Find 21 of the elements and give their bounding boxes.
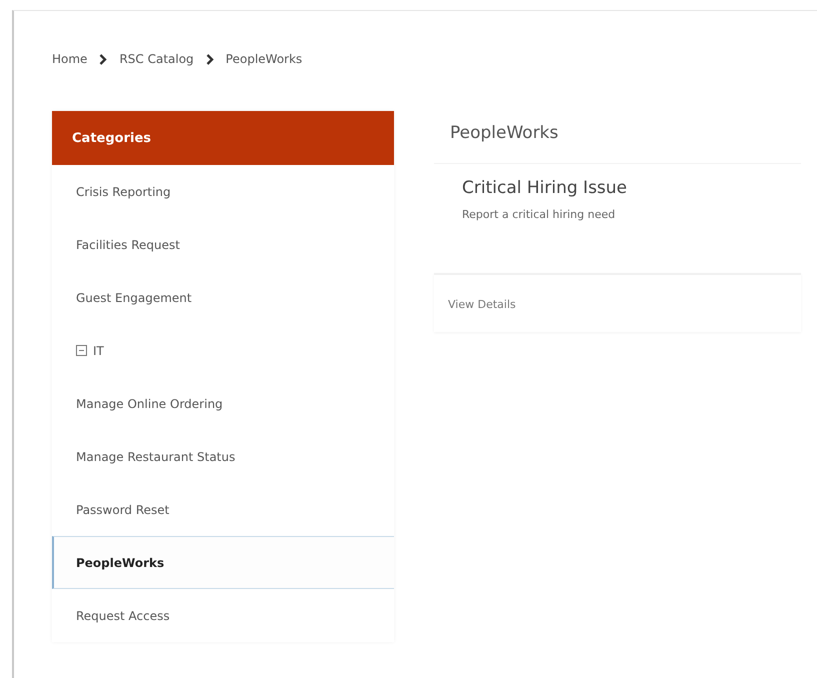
- card-description: Report a critical hiring need: [462, 208, 616, 221]
- chevron-right-icon: [206, 54, 214, 64]
- category-item[interactable]: Request Access: [52, 589, 394, 642]
- category-item[interactable]: Manage Restaurant Status: [52, 430, 394, 483]
- category-item[interactable]: Guest Engagement: [52, 271, 394, 324]
- collapse-icon[interactable]: [76, 345, 87, 356]
- breadcrumb-link[interactable]: RSC Catalog: [119, 52, 194, 66]
- section-title: PeopleWorks: [434, 111, 801, 164]
- category-header: Categories: [52, 111, 394, 165]
- category-item[interactable]: PeopleWorks: [52, 536, 394, 589]
- view-details-link[interactable]: View Details: [448, 298, 516, 311]
- card-title: Critical Hiring Issue: [462, 178, 628, 198]
- breadcrumb-link[interactable]: PeopleWorks: [226, 52, 302, 66]
- category-label: IT: [93, 344, 104, 358]
- category-item[interactable]: Facilities Request: [52, 218, 394, 271]
- breadcrumb-link[interactable]: Home: [52, 52, 88, 66]
- category-item[interactable]: Manage Online Ordering: [52, 377, 394, 430]
- chevron-right-icon: [99, 54, 108, 64]
- category-item[interactable]: Password Reset: [52, 483, 394, 536]
- category-item[interactable]: Crisis Reporting: [52, 165, 394, 218]
- category-item[interactable]: IT: [52, 324, 394, 377]
